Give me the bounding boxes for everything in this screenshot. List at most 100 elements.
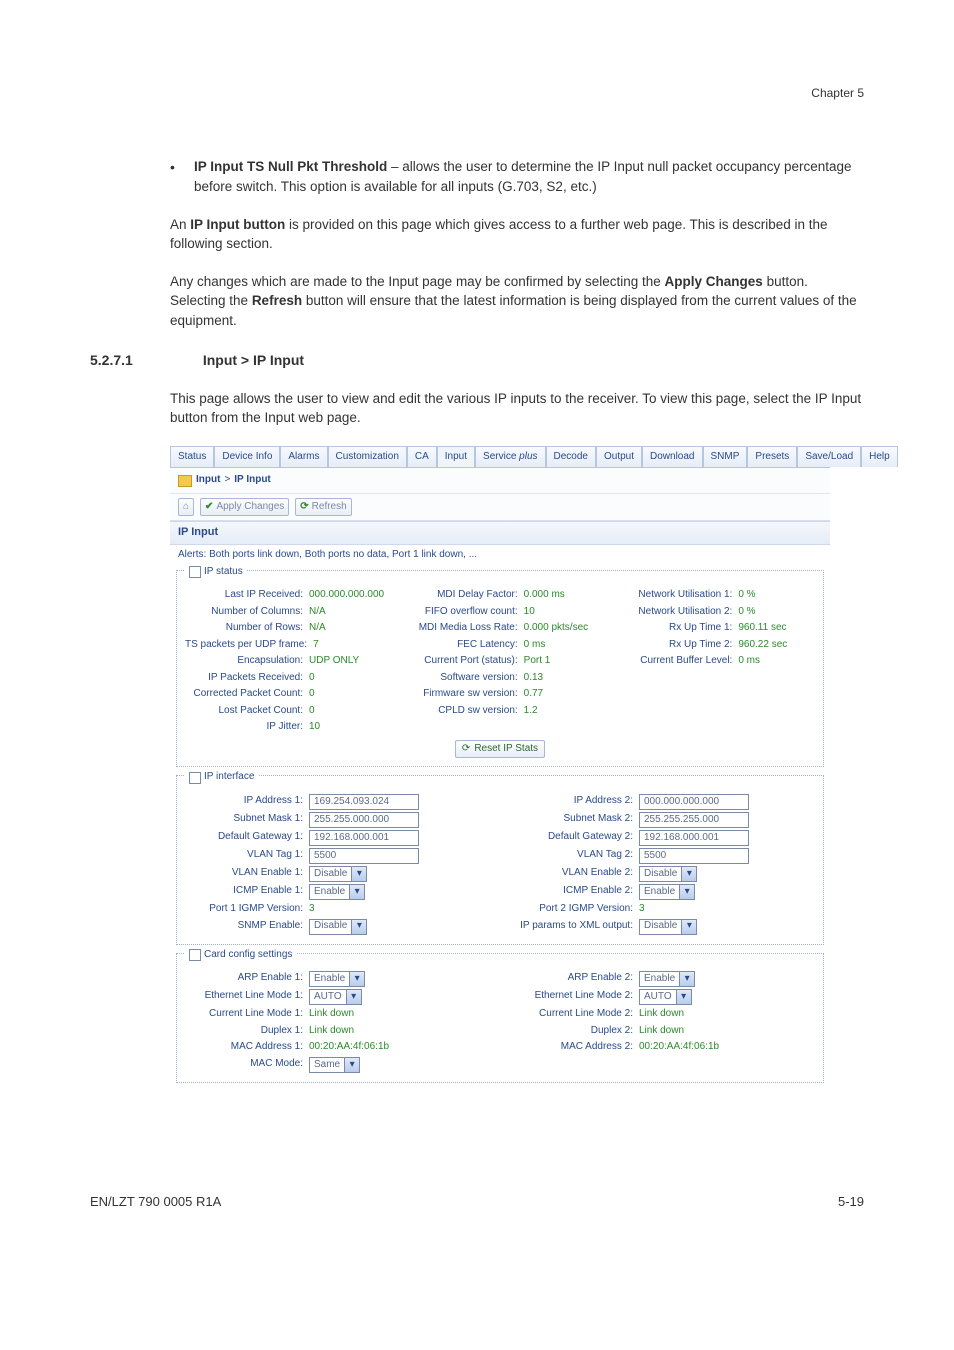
- legend: IP interface: [185, 770, 258, 785]
- home-button[interactable]: ⌂: [178, 498, 194, 517]
- field-label: Number of Rows:: [185, 621, 303, 636]
- tab-device-info[interactable]: Device Info: [214, 446, 280, 468]
- tab-decode[interactable]: Decode: [546, 446, 596, 468]
- legend-icon: [189, 772, 201, 784]
- field-row: Lost Packet Count:0: [185, 703, 386, 720]
- select-input[interactable]: Disable▾: [309, 866, 367, 882]
- paragraph: An IP Input button is provided on this p…: [90, 215, 864, 254]
- text-input[interactable]: 192.168.000.001: [639, 830, 749, 846]
- tab-service-plus[interactable]: Service plus: [475, 446, 545, 468]
- reset-ip-stats-button[interactable]: ⟳Reset IP Stats: [455, 740, 545, 759]
- field-value: 0.000 ms: [524, 588, 565, 603]
- field-row: VLAN Tag 1: 5500: [185, 847, 485, 865]
- field-value: 0.77: [524, 687, 543, 702]
- t: Refresh: [252, 293, 302, 308]
- field-value: 0.000 pkts/sec: [524, 621, 588, 636]
- breadcrumb: Input > IP Input: [170, 468, 830, 494]
- text-input[interactable]: 169.254.093.024: [309, 794, 419, 810]
- field-row: Port 1 IGMP Version:3: [185, 901, 485, 918]
- field-row: ICMP Enable 2: Enable▾: [515, 883, 815, 901]
- paragraph: Any changes which are made to the Input …: [90, 272, 864, 331]
- select-input[interactable]: Enable▾: [639, 884, 695, 900]
- tab-download[interactable]: Download: [642, 446, 702, 468]
- field-row: SNMP Enable: Disable▾: [185, 918, 485, 936]
- field-row: Ethernet Line Mode 2:AUTO▾: [515, 988, 815, 1006]
- field-label: ICMP Enable 2:: [515, 884, 633, 900]
- refresh-icon: ⟳: [300, 500, 308, 515]
- field-label: Port 2 IGMP Version:: [515, 902, 633, 917]
- tab-customization[interactable]: Customization: [328, 446, 407, 468]
- field-label: ARP Enable 2:: [515, 971, 633, 987]
- field-row: Duplex 2:Link down: [515, 1023, 815, 1040]
- field-value: Link down: [309, 1007, 354, 1022]
- field-label: ICMP Enable 1:: [185, 884, 303, 900]
- select-input[interactable]: AUTO▾: [639, 989, 692, 1005]
- field-label: Current Buffer Level:: [614, 654, 732, 669]
- chevron-down-icon: ▾: [681, 867, 696, 881]
- tab-input[interactable]: Input: [437, 446, 475, 468]
- refresh-icon: ⟳: [462, 742, 470, 757]
- crumb-a[interactable]: Input: [196, 473, 220, 488]
- text-input[interactable]: 255.255.255.000: [639, 812, 749, 828]
- field-value: 00:20:AA:4f:06:1b: [639, 1040, 719, 1055]
- t: An: [170, 217, 190, 232]
- field-value: 0 ms: [738, 654, 760, 669]
- select-input[interactable]: Same▾: [309, 1057, 360, 1073]
- field-row: ICMP Enable 1: Enable▾: [185, 883, 485, 901]
- select-value: Disable: [310, 919, 351, 934]
- field-label: VLAN Tag 1:: [185, 848, 303, 864]
- select-input[interactable]: Disable▾: [639, 919, 697, 935]
- text-input[interactable]: 255.255.000.000: [309, 812, 419, 828]
- apply-changes-button[interactable]: ✔Apply Changes: [200, 498, 289, 517]
- field-label: Subnet Mask 2:: [515, 812, 633, 828]
- field-row: VLAN Enable 2:Disable▾: [515, 865, 815, 883]
- select-value: Disable: [640, 867, 681, 882]
- field-value: Link down: [639, 1024, 684, 1039]
- tab-status[interactable]: Status: [170, 446, 214, 468]
- field-label: Rx Up Time 2:: [614, 638, 732, 653]
- select-input[interactable]: Enable▾: [309, 884, 365, 900]
- select-input[interactable]: AUTO▾: [309, 989, 362, 1005]
- chevron-down-icon: ▾: [679, 885, 694, 899]
- text-input[interactable]: 192.168.000.001: [309, 830, 419, 846]
- ip-status-fieldset: IP status Last IP Received:000.000.000.0…: [176, 570, 824, 768]
- field-row: Current Port (status):Port 1: [400, 653, 601, 670]
- tab-output[interactable]: Output: [596, 446, 642, 468]
- field-row: Port 2 IGMP Version:3: [515, 901, 815, 918]
- select-input[interactable]: Disable▾: [309, 919, 367, 935]
- text-input[interactable]: 000.000.000.000: [639, 794, 749, 810]
- tab-ca[interactable]: CA: [407, 446, 437, 468]
- field-value: Port 1: [524, 654, 551, 669]
- field-row: Network Utilisation 2:0 %: [614, 604, 815, 621]
- field-row: Subnet Mask 1:255.255.000.000: [185, 811, 485, 829]
- field-label: ARP Enable 1:: [185, 971, 303, 987]
- tab-alarms[interactable]: Alarms: [280, 446, 327, 468]
- tab-snmp[interactable]: SNMP: [703, 446, 748, 468]
- field-row: Duplex 1:Link down: [185, 1023, 485, 1040]
- refresh-button[interactable]: ⟳ Refresh: [295, 498, 351, 517]
- select-input[interactable]: Disable▾: [639, 866, 697, 882]
- section-intro: This page allows the user to view and ed…: [90, 389, 864, 428]
- select-input[interactable]: Enable▾: [309, 971, 365, 987]
- tab-save-load[interactable]: Save/Load: [797, 446, 861, 468]
- legend-icon: [189, 949, 201, 961]
- text-input[interactable]: 5500: [639, 848, 749, 864]
- select-value: AUTO: [310, 990, 346, 1005]
- field-value: 000.000.000.000: [309, 588, 384, 603]
- field-value: UDP ONLY: [309, 654, 359, 669]
- tab-help[interactable]: Help: [861, 446, 898, 468]
- field-row: MDI Media Loss Rate:0.000 pkts/sec: [400, 620, 601, 637]
- field-label: Lost Packet Count:: [185, 704, 303, 719]
- label: Refresh: [312, 500, 347, 515]
- field-label: Last IP Received:: [185, 588, 303, 603]
- field-value: Link down: [309, 1024, 354, 1039]
- field-label: Encapsulation:: [185, 654, 303, 669]
- field-label: Default Gateway 2:: [515, 830, 633, 846]
- field-label: SNMP Enable:: [185, 919, 303, 935]
- chevron-down-icon: ▾: [349, 972, 364, 986]
- text-input[interactable]: 5500: [309, 848, 419, 864]
- select-input[interactable]: Enable▾: [639, 971, 695, 987]
- tab-presets[interactable]: Presets: [747, 446, 797, 468]
- select-value: Same: [310, 1058, 344, 1073]
- field-row: VLAN Tag 2:5500: [515, 847, 815, 865]
